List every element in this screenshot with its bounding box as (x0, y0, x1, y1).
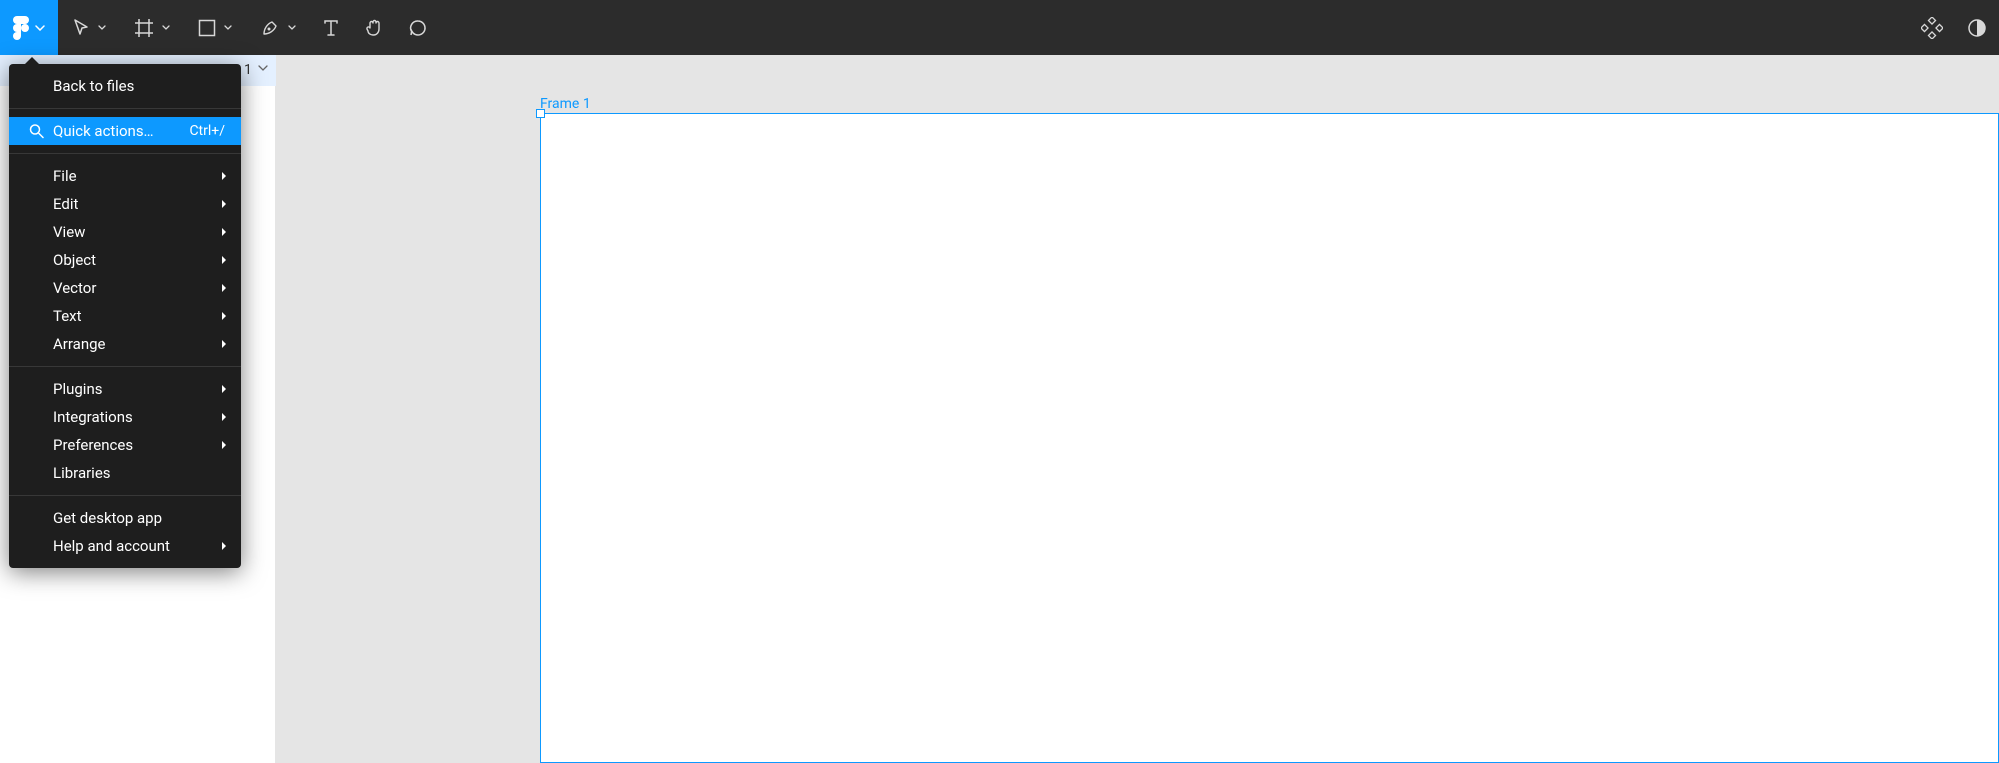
menu-help-and-account[interactable]: Help and account (9, 532, 241, 560)
menu-vector[interactable]: Vector (9, 274, 241, 302)
pen-tool[interactable] (246, 0, 310, 55)
figma-logo-icon (13, 16, 29, 40)
menu-item-label: Back to files (53, 77, 225, 95)
chevron-down-icon (258, 65, 268, 71)
menu-item-label: Edit (53, 195, 225, 213)
menu-get-desktop-app[interactable]: Get desktop app (9, 504, 241, 532)
submenu-arrow-icon (221, 412, 227, 422)
menu-item-label: Quick actions… (53, 122, 189, 140)
tool-group-right (1909, 0, 1999, 55)
menu-view[interactable]: View (9, 218, 241, 246)
toolbar (0, 0, 1999, 55)
menu-item-label: Integrations (53, 408, 225, 426)
layer-name-peek: 1 (244, 62, 252, 78)
submenu-arrow-icon (221, 384, 227, 394)
components-button[interactable] (1909, 0, 1955, 55)
menu-separator (9, 366, 241, 367)
frame-tool[interactable] (120, 0, 184, 55)
menu-item-label: Preferences (53, 436, 225, 454)
chevron-down-icon (35, 25, 45, 31)
mask-icon (1967, 18, 1987, 38)
submenu-arrow-icon (221, 440, 227, 450)
menu-item-label: Plugins (53, 380, 225, 398)
menu-item-label: View (53, 223, 225, 241)
move-tool[interactable] (58, 0, 120, 55)
hand-tool-icon (364, 18, 384, 38)
menu-separator (9, 153, 241, 154)
menu-separator (9, 495, 241, 496)
text-tool[interactable] (310, 0, 352, 55)
move-tool-icon (72, 18, 90, 38)
menu-libraries[interactable]: Libraries (9, 459, 241, 487)
menu-item-label: Object (53, 251, 225, 269)
menu-edit[interactable]: Edit (9, 190, 241, 218)
submenu-arrow-icon (221, 199, 227, 209)
text-tool-icon (322, 19, 340, 37)
tool-group-left (58, 0, 440, 55)
menu-preferences[interactable]: Preferences (9, 431, 241, 459)
comment-tool[interactable] (396, 0, 440, 55)
submenu-arrow-icon (221, 227, 227, 237)
chevron-down-icon (288, 25, 296, 30)
main-menu: Back to files Quick actions… Ctrl+/ File… (9, 64, 241, 568)
submenu-arrow-icon (221, 283, 227, 293)
rectangle-tool-icon (198, 19, 216, 37)
frame-tool-icon (134, 18, 154, 38)
search-icon (29, 124, 44, 139)
menu-quick-actions[interactable]: Quick actions… Ctrl+/ (9, 117, 241, 145)
menu-plugins[interactable]: Plugins (9, 375, 241, 403)
hand-tool[interactable] (352, 0, 396, 55)
components-icon (1921, 17, 1943, 39)
menu-file[interactable]: File (9, 162, 241, 190)
figma-menu-button[interactable] (0, 0, 58, 55)
submenu-arrow-icon (221, 171, 227, 181)
shape-tool[interactable] (184, 0, 246, 55)
menu-item-label: Vector (53, 279, 225, 297)
submenu-arrow-icon (221, 311, 227, 321)
menu-text[interactable]: Text (9, 302, 241, 330)
selection-handle-top-left[interactable] (536, 109, 545, 118)
pen-tool-icon (260, 18, 280, 38)
menu-object[interactable]: Object (9, 246, 241, 274)
chevron-down-icon (98, 25, 106, 30)
menu-arrange[interactable]: Arrange (9, 330, 241, 358)
comment-tool-icon (408, 18, 428, 38)
frame-label[interactable]: Frame 1 (540, 96, 591, 112)
menu-shortcut: Ctrl+/ (189, 123, 225, 139)
menu-back-to-files[interactable]: Back to files (9, 72, 241, 100)
menu-item-label: File (53, 167, 225, 185)
canvas[interactable]: Frame 1 (276, 55, 1999, 763)
submenu-arrow-icon (221, 541, 227, 551)
menu-item-label: Text (53, 307, 225, 325)
menu-item-label: Libraries (53, 464, 225, 482)
menu-integrations[interactable]: Integrations (9, 403, 241, 431)
menu-separator (9, 108, 241, 109)
menu-item-label: Arrange (53, 335, 225, 353)
chevron-down-icon (224, 25, 232, 30)
menu-item-label: Get desktop app (53, 509, 225, 527)
mask-button[interactable] (1955, 0, 1999, 55)
chevron-down-icon (162, 25, 170, 30)
submenu-arrow-icon (221, 255, 227, 265)
submenu-arrow-icon (221, 339, 227, 349)
frame-1[interactable] (540, 113, 1999, 763)
menu-item-label: Help and account (53, 537, 225, 555)
